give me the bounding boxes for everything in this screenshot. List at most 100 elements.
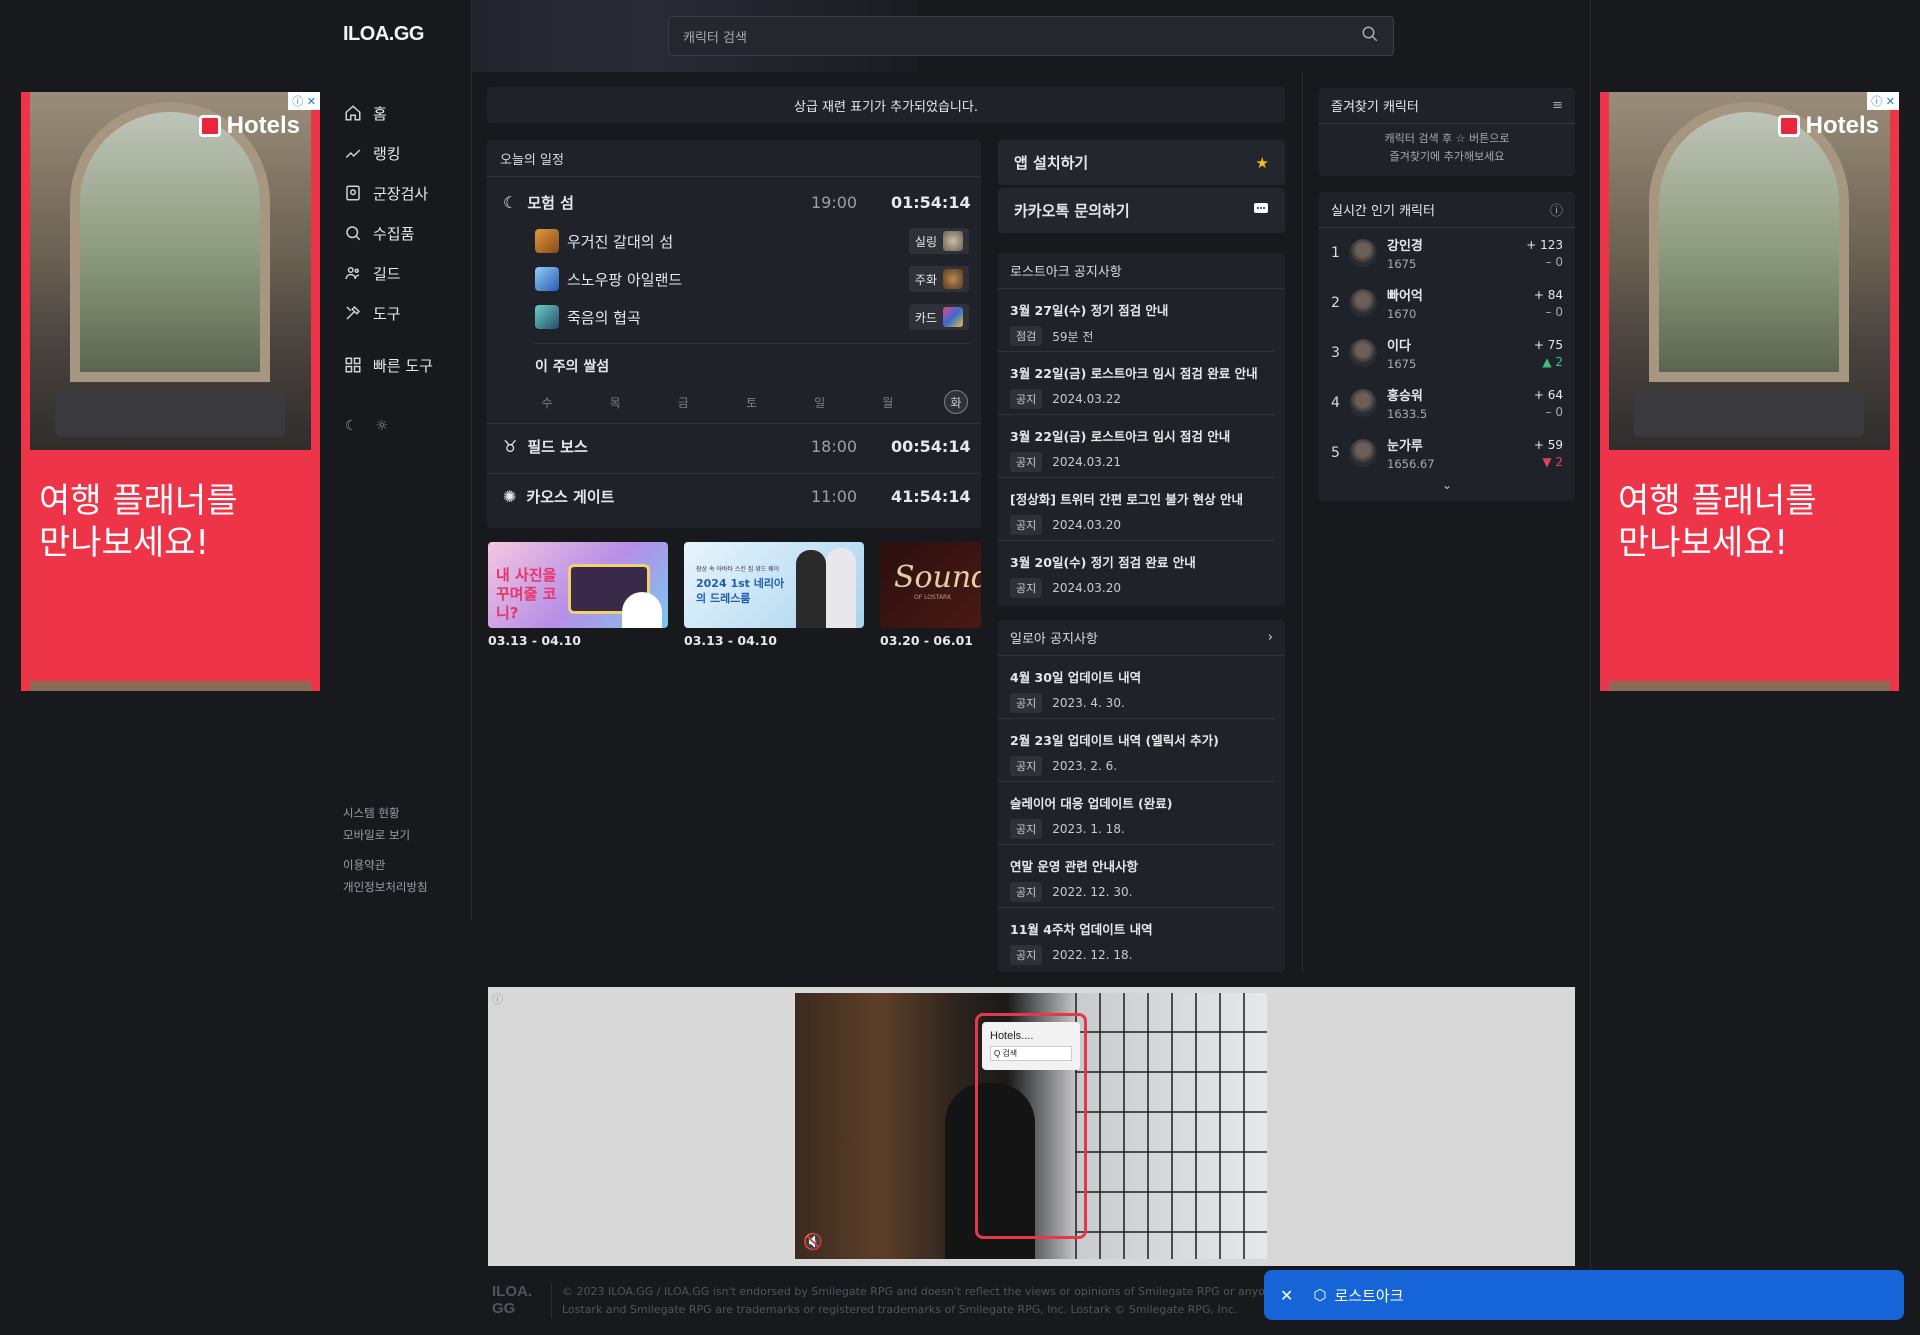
nav-guild[interactable]: 길드 bbox=[343, 253, 463, 293]
rank-number: 5 bbox=[1331, 445, 1340, 461]
kakao-inquiry-button[interactable]: 카카오톡 문의하기 bbox=[998, 188, 1285, 233]
island-icon bbox=[535, 305, 559, 329]
close-icon[interactable]: ✕ bbox=[1280, 1286, 1293, 1305]
quick-tools-icon bbox=[343, 355, 363, 375]
nav-collection[interactable]: 수집품 bbox=[343, 213, 463, 253]
notice-item[interactable]: 3월 22일(금) 로스트아크 임시 점검 안내 공지 2024.03.21 bbox=[998, 415, 1275, 478]
link-terms[interactable]: 이용약관 bbox=[343, 854, 428, 876]
day-tue-today[interactable]: 화 bbox=[943, 390, 968, 414]
popular-character-row[interactable]: 5 눈가루 1656.67 + 59 ▼ 2 bbox=[1319, 428, 1575, 478]
day-wed[interactable]: 수 bbox=[535, 390, 559, 414]
event-banner[interactable]: 내 사진을 꾸며줄 코니? bbox=[488, 542, 668, 628]
moon-icon[interactable]: ☾ bbox=[345, 418, 358, 434]
left-hotels-ad[interactable]: Hotels ⓘ ✕ 여행 플래너를 만나보세요! bbox=[21, 92, 320, 691]
notice-item[interactable]: [정상화] 트위터 간편 로그인 불가 현상 안내 공지 2024.03.20 bbox=[998, 478, 1275, 541]
sort-icon[interactable]: ≡ bbox=[1552, 98, 1563, 113]
chaos-gate-row[interactable]: ✺ 카오스 게이트 11:00 41:54:14 bbox=[503, 486, 971, 507]
app-install-button[interactable]: 앱 설치하기 ★ bbox=[998, 140, 1285, 185]
item-level: 1656.67 bbox=[1387, 457, 1435, 471]
popular-character-row[interactable]: 1 강인경 1675 + 123 – 0 bbox=[1319, 228, 1575, 278]
announcement-bar[interactable]: 상급 재련 표기가 추가되었습니다. bbox=[487, 87, 1285, 123]
link-system-status[interactable]: 시스템 현황 bbox=[343, 802, 428, 824]
avatar bbox=[1349, 439, 1377, 467]
mute-icon[interactable]: 🔇 bbox=[803, 1232, 823, 1251]
popular-character-row[interactable]: 2 빠어억 1670 + 84 – 0 bbox=[1319, 278, 1575, 328]
ad-info-icon[interactable]: ⓘ bbox=[492, 991, 503, 1007]
right-hotels-ad[interactable]: Hotels ⓘ ✕ 여행 플래너를 만나보세요! bbox=[1600, 92, 1899, 691]
help-icon[interactable]: ⓘ bbox=[1550, 200, 1563, 219]
notice-item[interactable]: 11월 4주차 업데이트 내역 공지 2022. 12. 18. bbox=[998, 908, 1275, 971]
ad-phone-mockup: Hotels.... Q 검색 bbox=[975, 1013, 1087, 1239]
day-sun[interactable]: 일 bbox=[808, 390, 832, 414]
island-icon bbox=[535, 229, 559, 253]
nav-home[interactable]: 홈 bbox=[343, 93, 463, 133]
day-mon[interactable]: 월 bbox=[876, 390, 900, 414]
search-icon[interactable] bbox=[1361, 25, 1379, 47]
day-fri[interactable]: 금 bbox=[671, 390, 695, 414]
ad-choices-icon[interactable]: ⓘ ✕ bbox=[288, 92, 320, 110]
tag-icon: ⬡ bbox=[1313, 1286, 1327, 1304]
iloa-notices-header[interactable]: 일로아 공지사항 › bbox=[998, 620, 1285, 656]
day-sat[interactable]: 토 bbox=[739, 390, 763, 414]
island-item[interactable]: 스노우팡 아일랜드 주화 bbox=[535, 266, 969, 292]
popular-character-row[interactable]: 3 이다 1675 + 75 ▲ 2 bbox=[1319, 328, 1575, 378]
lostark-notices-header[interactable]: 로스트아크 공지사항 bbox=[998, 253, 1285, 289]
adventure-island-row[interactable]: ☾ 모험 섬 19:00 01:54:14 bbox=[503, 192, 971, 213]
search-count: + 84 bbox=[1533, 287, 1563, 302]
notice-item[interactable]: 2월 23일 업데이트 내역 (엘릭서 추가) 공지 2023. 2. 6. bbox=[998, 719, 1275, 782]
tools-icon bbox=[343, 303, 363, 323]
star-icon: ★ bbox=[1255, 153, 1269, 172]
nav-ranking[interactable]: 랭킹 bbox=[343, 133, 463, 173]
island-item[interactable]: 우거진 갈대의 섬 실링 bbox=[535, 228, 969, 254]
nav-tools[interactable]: 도구 bbox=[343, 293, 463, 333]
popular-character-row[interactable]: 4 홍승워 1633.5 + 64 – 0 bbox=[1319, 378, 1575, 428]
bottom-video-ad[interactable]: ⓘ Hotels.... Q 검색 🔇 bbox=[488, 987, 1575, 1266]
footer-links: 시스템 현황 모바일로 보기 이용약관 개인정보처리방침 bbox=[343, 802, 428, 898]
link-mobile-view[interactable]: 모바일로 보기 bbox=[343, 824, 428, 846]
item-level: 1675 bbox=[1387, 257, 1417, 271]
site-logo[interactable]: ILOA.GG bbox=[343, 23, 424, 46]
nav-inspect[interactable]: 군장검사 bbox=[343, 173, 463, 213]
island-item[interactable]: 죽음의 협곡 카드 bbox=[535, 304, 969, 330]
notice-item[interactable]: 3월 20일(수) 정기 점검 완료 안내 공지 2024.03.20 bbox=[998, 541, 1275, 604]
notice-item[interactable]: 3월 27일(수) 정기 점검 안내 점검 59분 전 bbox=[998, 289, 1275, 352]
search-input[interactable]: 캐릭터 검색 bbox=[683, 27, 747, 46]
field-boss-row[interactable]: ♉ 필드 보스 18:00 00:54:14 bbox=[503, 436, 971, 457]
inspect-icon bbox=[343, 183, 363, 203]
item-level: 1675 bbox=[1387, 357, 1417, 371]
event-banner[interactable]: 잠상 속 아바타 스킨 집 위드 웨이 2024 1st 네리아의 드레스룸 bbox=[684, 542, 864, 628]
today-schedule: 오늘의 일정 ☾ 모험 섬 19:00 01:54:14 우거진 갈대의 섬 실… bbox=[487, 140, 981, 528]
event-date: 03.20 - 06.01 bbox=[880, 633, 973, 648]
link-privacy[interactable]: 개인정보처리방침 bbox=[343, 876, 428, 898]
event-banner[interactable]: Sound OF LOSTARK bbox=[880, 542, 981, 628]
notice-item[interactable]: 4월 30일 업데이트 내역 공지 2023. 4. 30. bbox=[998, 656, 1275, 719]
search-count: + 75 bbox=[1533, 337, 1563, 352]
character-name: 눈가루 bbox=[1387, 439, 1423, 454]
notice-item[interactable]: 3월 22일(금) 로스트아크 임시 점검 완료 안내 공지 2024.03.22 bbox=[998, 352, 1275, 415]
schedule-title: 오늘의 일정 bbox=[500, 153, 564, 168]
game-select-toast[interactable]: ✕ ⬡ 로스트아크 bbox=[1264, 1270, 1904, 1320]
card-icon bbox=[943, 307, 963, 327]
notice-item[interactable]: 슬레이어 대응 업데이트 (완료) 공지 2023. 1. 18. bbox=[998, 782, 1275, 845]
search-count: + 59 bbox=[1533, 437, 1563, 452]
day-thu[interactable]: 목 bbox=[603, 390, 627, 414]
theme-toggle: ☾ ☼ bbox=[345, 418, 388, 434]
search-count: + 123 bbox=[1526, 237, 1563, 252]
popular-characters: 실시간 인기 캐릭터 ⓘ 1 강인경 1675 + 123 – 0 2 빠어억 1670 + 84… bbox=[1319, 192, 1575, 501]
field-boss-icon: ♉ bbox=[503, 437, 518, 456]
favorites-title: 즐겨찾기 캐릭터 bbox=[1331, 100, 1419, 115]
island-icon bbox=[535, 267, 559, 291]
rank-number: 3 bbox=[1331, 345, 1340, 361]
sun-icon[interactable]: ☼ bbox=[376, 418, 389, 434]
nav-quick-tools[interactable]: 빠른 도구 bbox=[343, 345, 463, 385]
chevron-down-icon[interactable]: ⌄ bbox=[1319, 478, 1575, 492]
chevron-right-icon[interactable]: › bbox=[1268, 630, 1273, 645]
notice-item[interactable]: 연말 운영 관련 안내사항 공지 2022. 12. 30. bbox=[998, 845, 1275, 908]
character-search[interactable]: 캐릭터 검색 bbox=[668, 16, 1394, 56]
item-level: 1670 bbox=[1387, 307, 1417, 321]
item-level: 1633.5 bbox=[1387, 407, 1428, 421]
hotels-logo: Hotels bbox=[1777, 112, 1879, 140]
ad-video[interactable]: Hotels.... Q 검색 🔇 bbox=[795, 993, 1267, 1259]
avatar bbox=[1349, 239, 1377, 267]
ad-choices-icon[interactable]: ⓘ ✕ bbox=[1867, 92, 1899, 110]
